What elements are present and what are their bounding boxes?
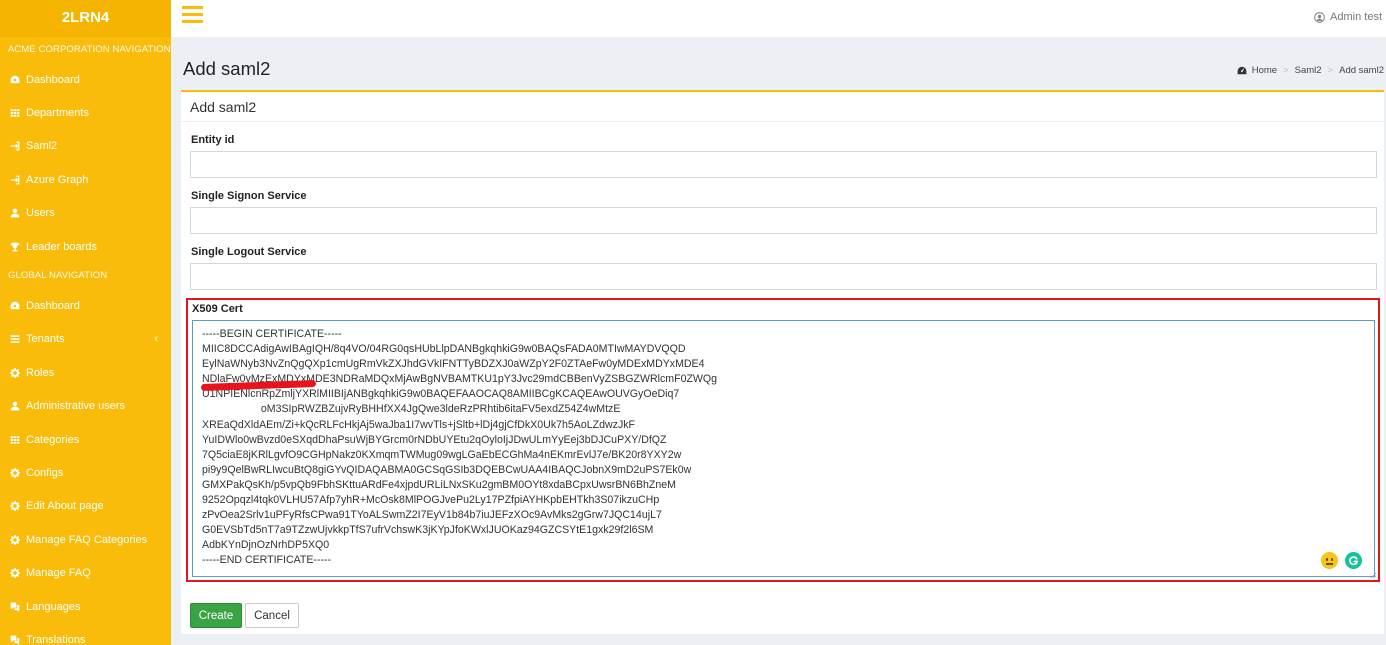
trophy-icon <box>9 241 21 253</box>
entity-id-input[interactable] <box>190 151 1377 178</box>
gear-icon <box>9 500 21 512</box>
gear-icon <box>9 567 21 579</box>
sidebar-item-label: Categories <box>26 433 80 446</box>
sidebar-item-label: Manage FAQ Categories <box>26 533 148 546</box>
resize-handle-icon[interactable] <box>1370 572 1377 579</box>
sidebar-item-departments[interactable]: Departments <box>0 96 171 129</box>
sidebar-item-label: Saml2 <box>26 140 58 153</box>
user-name: Admin test <box>1330 11 1382 23</box>
sidebar-item-label: Azure Graph <box>26 173 89 186</box>
sidebar-item-tenants[interactable]: Tenants ‹ <box>0 323 171 356</box>
language-icon <box>9 601 21 613</box>
sidebar-item-label: Translations <box>26 633 86 645</box>
user-icon <box>9 400 21 412</box>
sidebar-item-manage-faq[interactable]: Manage FAQ <box>0 556 171 589</box>
breadcrumb-home[interactable]: Home <box>1252 65 1277 76</box>
sidebar-item-label: Manage FAQ <box>26 567 91 580</box>
sidebar-item-dashboard[interactable]: Dashboard <box>0 289 171 322</box>
page-title: Add saml2 <box>183 58 271 79</box>
sidebar-item-translations[interactable]: Translations <box>0 623 171 645</box>
grammarly-icon[interactable] <box>1345 552 1362 569</box>
user-circle-icon <box>1314 11 1325 23</box>
sidebar-item-label: Tenants <box>26 333 65 346</box>
emoji-icon[interactable] <box>1321 552 1338 569</box>
entity-id-label: Entity id <box>191 134 235 146</box>
list-icon <box>9 333 21 345</box>
sidebar-item-label: Dashboard <box>26 73 80 86</box>
sidebar-item-categories[interactable]: Categories <box>0 423 171 456</box>
sidebar-item-roles[interactable]: Roles <box>0 356 171 389</box>
brand-logo[interactable]: 2LRN4 <box>0 0 171 37</box>
sidebar-item-dashboard[interactable]: Dashboard <box>0 63 171 96</box>
sidebar-item-label: Edit About page <box>26 500 104 513</box>
sidebar-section-header: GLOBAL NAVIGATION <box>8 270 108 282</box>
signon-service-label: Single Signon Service <box>191 190 307 202</box>
sidebar-item-label: Users <box>26 207 55 220</box>
sidebar-item-label: Roles <box>26 366 55 379</box>
dashboard-icon <box>9 300 21 312</box>
user-icon <box>9 207 21 219</box>
chevron-left-icon[interactable]: ‹ <box>154 333 158 345</box>
sidebar-item-edit-about-page[interactable]: Edit About page <box>0 490 171 523</box>
sidebar: 2LRN4 ACME CORPORATION NAVIGATION Dashbo… <box>0 0 171 645</box>
sidebar-item-leader-boards[interactable]: Leader boards <box>0 230 171 263</box>
sidebar-item-administrative-users[interactable]: Administrative users <box>0 390 171 423</box>
logout-service-input[interactable] <box>190 263 1377 290</box>
sidebar-item-label: Administrative users <box>26 400 126 413</box>
dashboard-icon <box>9 74 21 86</box>
cancel-button[interactable]: Cancel <box>245 603 299 628</box>
sidebar-item-label: Configs <box>26 466 64 479</box>
gear-icon <box>9 534 21 546</box>
language-icon <box>9 634 21 645</box>
sidebar-item-azure-graph[interactable]: Azure Graph <box>0 163 171 196</box>
sidebar-section-header: ACME CORPORATION NAVIGATION <box>8 44 171 55</box>
create-button[interactable]: Create <box>190 603 242 628</box>
cert-highlight-frame: X509 Cert -----BEGIN CERTIFICATE----- MI… <box>186 298 1380 582</box>
sidebar-item-users[interactable]: Users <box>0 197 171 230</box>
breadcrumb-saml2[interactable]: Saml2 <box>1295 65 1322 76</box>
breadcrumb-current: Add saml2 <box>1339 65 1384 76</box>
gear-icon <box>9 467 21 479</box>
sidebar-item-manage-faq-categories[interactable]: Manage FAQ Categories <box>0 523 171 556</box>
x509-cert-label: X509 Cert <box>192 303 243 315</box>
signon-service-input[interactable] <box>190 207 1377 234</box>
sidebar-item-saml2[interactable]: Saml2 <box>0 130 171 163</box>
x509-cert-textarea[interactable]: -----BEGIN CERTIFICATE----- MIIC8DCCAdig… <box>192 320 1375 577</box>
hamburger-menu-icon[interactable] <box>182 6 203 23</box>
sidebar-item-label: Dashboard <box>26 300 80 313</box>
sidebar-item-label: Departments <box>26 107 89 120</box>
sidebar-item-configs[interactable]: Configs <box>0 456 171 489</box>
sidebar-item-label: Leader boards <box>26 240 97 253</box>
user-menu[interactable]: Admin test <box>1314 11 1382 23</box>
topbar: Admin test <box>171 0 1386 37</box>
grid-icon <box>9 107 21 119</box>
sign-in-icon <box>9 174 21 186</box>
box-title: Add saml2 <box>181 92 1384 122</box>
form-box: Add saml2 Entity id Single Signon Servic… <box>181 90 1384 634</box>
sidebar-item-label: Languages <box>26 600 81 613</box>
dashboard-icon <box>1237 66 1247 75</box>
grid-icon <box>9 434 21 446</box>
breadcrumb: Home > Saml2 > Add saml2 <box>1237 65 1384 76</box>
sign-in-icon <box>9 140 21 152</box>
gear-icon <box>9 367 21 379</box>
logout-service-label: Single Logout Service <box>191 246 307 258</box>
sidebar-item-languages[interactable]: Languages <box>0 590 171 623</box>
